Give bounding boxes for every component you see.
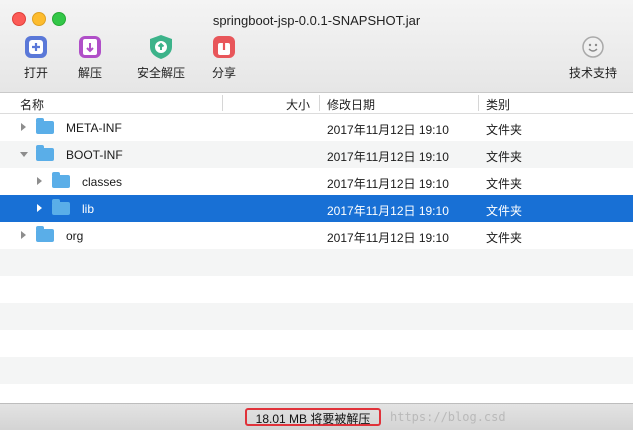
- title-toolbar: springboot-jsp-0.0.1-SNAPSHOT.jar 打开 解压: [0, 0, 633, 93]
- folder-icon: [36, 145, 54, 161]
- file-kind: 文件夹: [486, 204, 523, 218]
- extract-button[interactable]: 解压: [60, 34, 120, 81]
- file-row[interactable]: classes 2017年11月12日 19:10 文件夹: [0, 168, 633, 195]
- disclosure-right-icon[interactable]: [21, 231, 26, 239]
- folder-icon: [36, 226, 54, 242]
- column-size[interactable]: 大小: [286, 96, 310, 113]
- extract-label: 解压: [77, 66, 102, 80]
- column-divider[interactable]: [222, 95, 223, 111]
- file-date: 2017年11月12日 19:10: [327, 177, 449, 191]
- column-kind[interactable]: 类别: [486, 96, 510, 113]
- column-date[interactable]: 修改日期: [327, 96, 375, 113]
- file-kind: 文件夹: [486, 177, 523, 191]
- file-name: META-INF: [66, 121, 122, 135]
- file-kind: 文件夹: [486, 231, 523, 245]
- empty-row: [0, 357, 633, 384]
- file-name: org: [66, 229, 84, 243]
- file-name: classes: [82, 175, 123, 189]
- watermark: https://blog.csd: [390, 410, 506, 424]
- support-icon: [582, 36, 604, 58]
- share-label: 分享: [211, 66, 236, 80]
- folder-icon: [52, 172, 70, 188]
- share-icon: [213, 36, 235, 58]
- window-title: springboot-jsp-0.0.1-SNAPSHOT.jar: [212, 13, 421, 28]
- safe-extract-label: 安全解压: [136, 66, 185, 80]
- disclosure-right-icon[interactable]: [21, 123, 26, 131]
- file-name: lib: [82, 202, 95, 216]
- open-label: 打开: [23, 66, 48, 80]
- support-button[interactable]: 技术支持: [558, 34, 628, 81]
- column-divider[interactable]: [478, 95, 479, 111]
- file-row[interactable]: BOOT-INF 2017年11月12日 19:10 文件夹: [0, 141, 633, 168]
- safe-extract-icon: [150, 35, 172, 59]
- empty-row: [0, 249, 633, 276]
- empty-row: [0, 330, 633, 357]
- file-name: BOOT-INF: [66, 148, 123, 162]
- folder-icon: [52, 199, 70, 215]
- column-name[interactable]: 名称: [20, 96, 44, 113]
- file-date: 2017年11月12日 19:10: [327, 123, 449, 137]
- file-row-selected[interactable]: lib 2017年11月12日 19:10 文件夹: [0, 195, 633, 222]
- extract-icon: [79, 36, 101, 58]
- file-date: 2017年11月12日 19:10: [327, 231, 449, 245]
- safe-extract-button[interactable]: 安全解压: [126, 34, 196, 81]
- empty-row: [0, 276, 633, 303]
- archive-window: springboot-jsp-0.0.1-SNAPSHOT.jar 打开 解压: [0, 0, 633, 430]
- file-kind: 文件夹: [486, 123, 523, 137]
- folder-icon: [36, 118, 54, 134]
- file-list: META-INF 2017年11月12日 19:10 文件夹 BOOT-INF …: [0, 114, 633, 384]
- disclosure-down-icon[interactable]: [20, 152, 28, 157]
- disclosure-right-icon[interactable]: [37, 177, 42, 185]
- support-label: 技术支持: [568, 66, 617, 80]
- column-divider[interactable]: [319, 95, 320, 111]
- file-row[interactable]: META-INF 2017年11月12日 19:10 文件夹: [0, 114, 633, 141]
- file-row[interactable]: org 2017年11月12日 19:10 文件夹: [0, 222, 633, 249]
- file-date: 2017年11月12日 19:10: [327, 150, 449, 164]
- disclosure-right-icon[interactable]: [37, 204, 42, 212]
- share-button[interactable]: 分享: [194, 34, 254, 81]
- file-kind: 文件夹: [486, 150, 523, 164]
- open-icon: [25, 36, 47, 58]
- open-button[interactable]: 打开: [6, 34, 66, 81]
- extract-size-status: 18.01 MB 将要被解压: [245, 408, 381, 426]
- status-bar: 18.01 MB 将要被解压 https://blog.csd: [0, 403, 633, 430]
- column-header: 名称 大小 修改日期 类别: [0, 93, 633, 114]
- empty-row: [0, 303, 633, 330]
- file-date: 2017年11月12日 19:10: [327, 204, 449, 218]
